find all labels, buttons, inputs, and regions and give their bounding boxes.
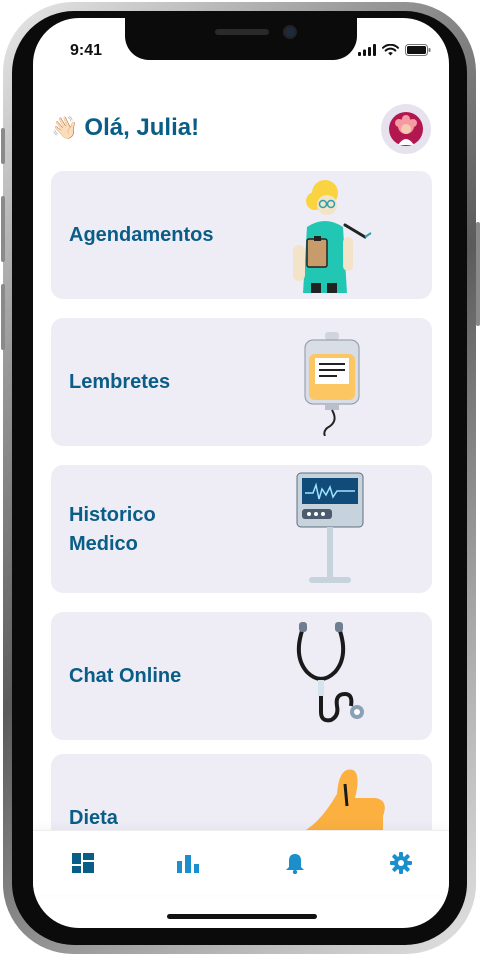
menu-card-chat-online[interactable]: Chat Online	[51, 612, 432, 740]
bottom-tab-bar	[33, 830, 449, 895]
wifi-icon	[382, 44, 399, 56]
iv-bag-illustration	[304, 332, 360, 436]
home-indicator[interactable]	[167, 914, 317, 919]
tab-dashboard[interactable]	[71, 851, 95, 875]
menu-card-agendamentos[interactable]: Agendamentos	[51, 171, 432, 299]
battery-icon	[405, 44, 431, 56]
card-label-line1: Historico	[69, 504, 156, 526]
status-icons	[358, 43, 431, 57]
avatar-icon	[389, 112, 423, 146]
earpiece-speaker	[215, 29, 269, 35]
power-button	[476, 222, 480, 326]
menu-card-historico-medico[interactable]: Historico Medico	[51, 465, 432, 593]
bar-chart-icon	[177, 855, 199, 873]
card-label: Historico Medico	[69, 501, 156, 559]
dashboard-icon	[72, 853, 94, 873]
waving-hand-icon: 👋🏻	[51, 115, 79, 140]
greeting-text: Olá, Julia!	[84, 114, 200, 141]
gear-icon	[390, 852, 412, 874]
card-label-line2: Medico	[69, 533, 138, 555]
status-time: 9:41	[70, 42, 103, 59]
monitor-illustration	[296, 472, 364, 583]
tab-stats[interactable]	[176, 851, 200, 875]
notch	[125, 18, 357, 60]
card-label: Dieta	[69, 807, 118, 829]
greeting: 👋🏻 Olá, Julia!	[51, 114, 199, 142]
menu-card-lembretes[interactable]: Lembretes	[51, 318, 432, 446]
cellular-signal-icon	[358, 44, 376, 56]
bell-icon	[286, 854, 304, 874]
stethoscope-illustration	[296, 622, 364, 723]
app-screen: 9:41 👋🏻 Olá, Julia! Agendamentos Lembret…	[33, 18, 449, 928]
card-label: Chat Online	[69, 665, 182, 687]
tab-notifications[interactable]	[283, 851, 307, 875]
card-label: Lembretes	[69, 371, 171, 393]
doctor-illustration	[293, 180, 372, 293]
avatar[interactable]	[381, 104, 431, 154]
front-camera	[285, 27, 295, 37]
card-label: Agendamentos	[69, 224, 214, 246]
tab-settings[interactable]	[389, 851, 413, 875]
